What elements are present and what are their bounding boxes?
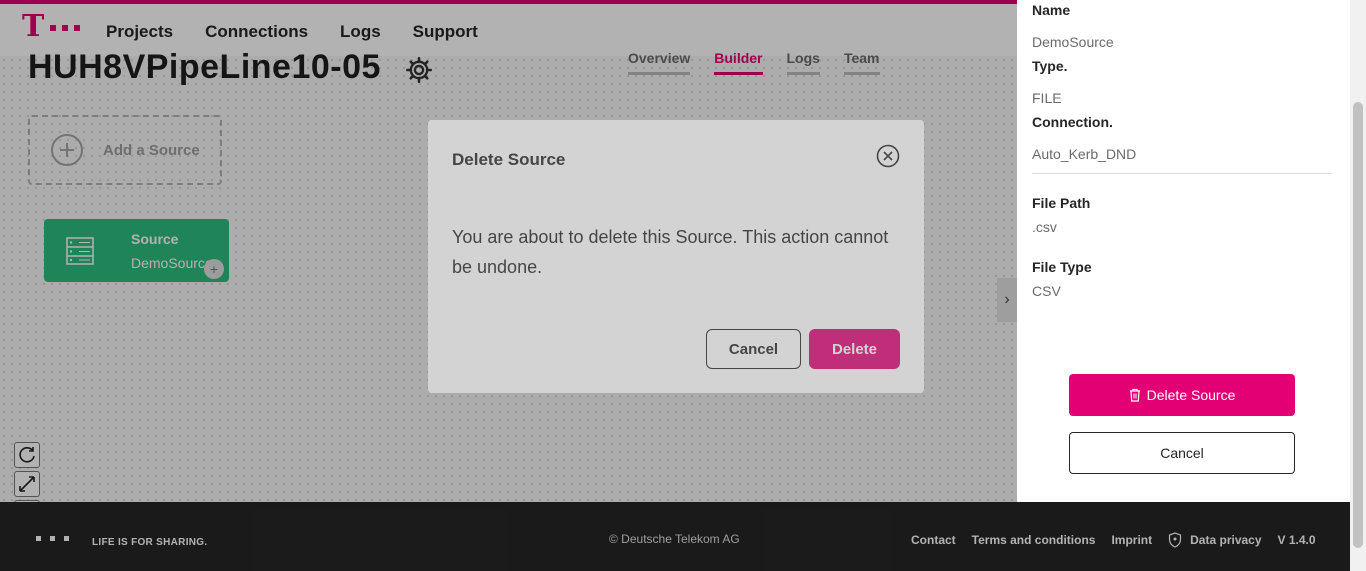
modal-cancel-button[interactable]: Cancel: [706, 329, 801, 369]
page-scrollbar[interactable]: [1350, 0, 1366, 571]
panel-cancel-button[interactable]: Cancel: [1069, 432, 1295, 474]
delete-source-modal: Delete Source You are about to delete th…: [428, 120, 924, 393]
source-details-panel: Name DemoSource Type. FILE Connection. A…: [1017, 0, 1350, 502]
delete-source-button[interactable]: Delete Source: [1069, 374, 1295, 416]
type-value: FILE: [1032, 90, 1062, 106]
delete-source-label: Delete Source: [1146, 387, 1236, 403]
name-value: DemoSource: [1032, 34, 1114, 50]
name-label: Name: [1032, 2, 1071, 18]
panel-divider: [1032, 173, 1332, 174]
modal-title: Delete Source: [452, 150, 566, 169]
connection-value: Auto_Kerb_DND: [1032, 146, 1137, 162]
file-type-label: File Type: [1032, 259, 1092, 275]
close-circle-icon[interactable]: [876, 144, 900, 168]
trash-icon: [1129, 388, 1140, 402]
file-path-label: File Path: [1032, 195, 1091, 211]
connection-label: Connection.: [1032, 114, 1113, 130]
modal-message: You are about to delete this Source. Thi…: [452, 227, 889, 277]
panel-cancel-label: Cancel: [1160, 445, 1204, 461]
type-label: Type.: [1032, 58, 1068, 74]
modal-delete-button[interactable]: Delete: [809, 329, 900, 369]
file-type-value: CSV: [1032, 283, 1061, 299]
file-path-value: .csv: [1032, 219, 1057, 235]
scrollbar-thumb[interactable]: [1353, 102, 1363, 548]
